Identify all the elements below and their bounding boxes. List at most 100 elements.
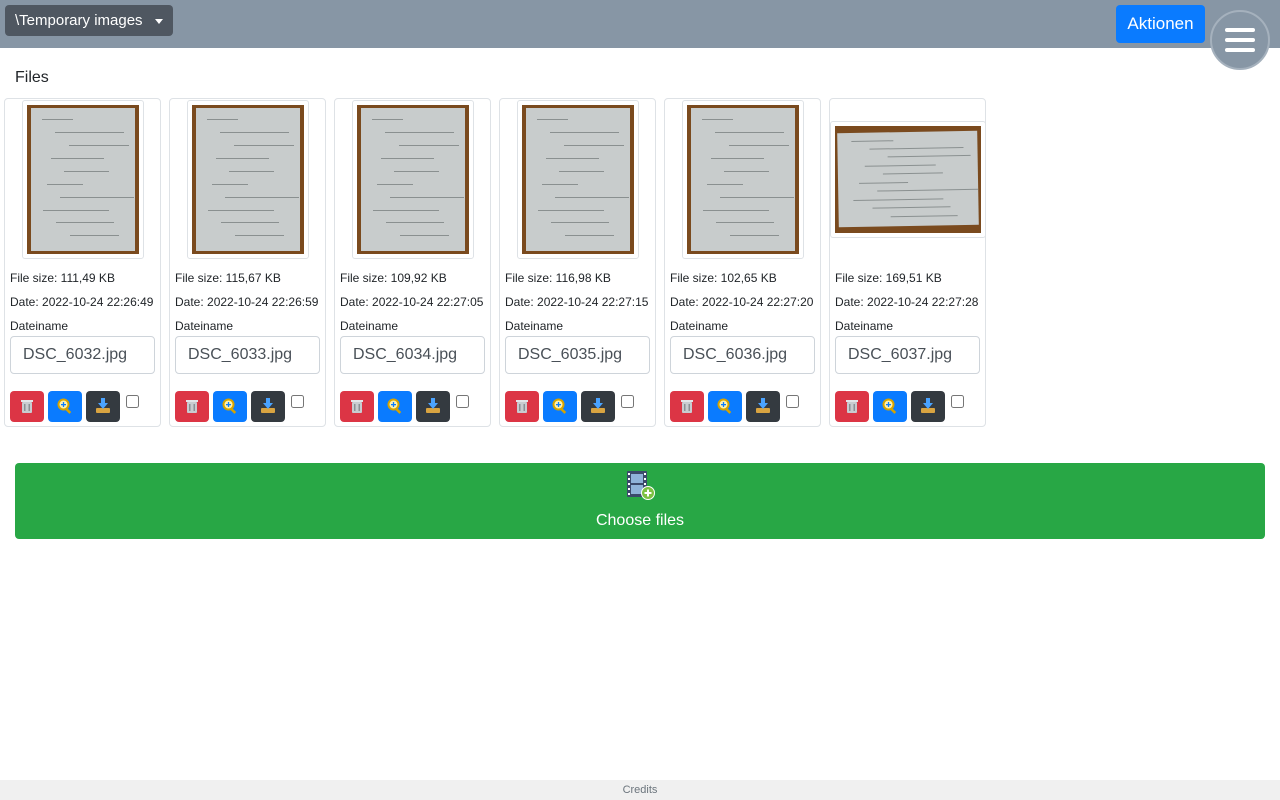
actions-button[interactable]: Aktionen: [1116, 5, 1205, 43]
notebook-page: [361, 107, 465, 251]
download-button[interactable]: [251, 390, 285, 422]
delete-button[interactable]: [670, 390, 704, 422]
file-date-text: Date: 2022-10-24 22:27:28: [835, 295, 979, 309]
handwriting-line: [701, 119, 733, 121]
download-button[interactable]: [416, 390, 450, 422]
notebook-page: [691, 107, 795, 251]
handwriting-line: [211, 183, 248, 185]
notebook-photo: [192, 105, 304, 254]
select-checkbox[interactable]: [456, 394, 469, 408]
select-checkbox[interactable]: [291, 394, 304, 408]
handwriting-line: [60, 196, 135, 198]
download-icon: [96, 398, 110, 413]
filename-label: Dateiname: [505, 319, 564, 333]
choose-files-label: Choose files: [595, 512, 685, 529]
filename-input[interactable]: [10, 336, 155, 374]
handwriting-line: [550, 132, 620, 134]
filename-input[interactable]: [835, 336, 980, 374]
view-button[interactable]: [48, 390, 82, 422]
section-title: Files: [15, 69, 49, 86]
delete-button[interactable]: [175, 390, 209, 422]
hamburger-menu-button[interactable]: [1210, 10, 1270, 70]
handwriting-line: [541, 183, 578, 185]
file-date-text: Date: 2022-10-24 22:26:59: [175, 295, 319, 309]
delete-button[interactable]: [835, 390, 869, 422]
view-button[interactable]: [543, 390, 577, 422]
file-thumbnail[interactable]: [830, 121, 986, 238]
handwriting-line: [207, 209, 274, 211]
handwriting-line: [68, 145, 130, 147]
handwriting-line: [537, 209, 604, 211]
view-button[interactable]: [873, 390, 907, 422]
download-button[interactable]: [911, 390, 945, 422]
handwriting-line: [729, 235, 780, 237]
magnify-icon: [57, 398, 72, 414]
file-thumbnail[interactable]: [682, 100, 804, 259]
file-thumbnail[interactable]: [517, 100, 639, 259]
handwriting-line: [69, 235, 120, 237]
select-checkbox[interactable]: [621, 394, 634, 408]
handwriting-line: [64, 170, 109, 172]
magnify-icon: [552, 398, 567, 414]
magnify-icon: [882, 398, 897, 414]
handwriting-line: [221, 222, 279, 224]
handwriting-line: [216, 158, 269, 160]
menu-line: [1225, 48, 1255, 52]
handwriting-line: [869, 147, 964, 151]
file-card: File size: 116,98 KB Date: 2022-10-24 22:…: [499, 98, 656, 427]
view-button[interactable]: [213, 390, 247, 422]
handwriting-line: [872, 206, 951, 210]
folder-dropdown-button[interactable]: \Temporary images: [5, 5, 173, 36]
file-thumbnail[interactable]: [22, 100, 144, 259]
select-checkbox[interactable]: [126, 394, 139, 408]
choose-files-button[interactable]: Choose files: [15, 463, 1265, 539]
handwriting-line: [711, 158, 764, 160]
file-date-text: Date: 2022-10-24 22:27:15: [505, 295, 649, 309]
file-thumbnail[interactable]: [187, 100, 309, 259]
delete-button[interactable]: [10, 390, 44, 422]
download-icon: [756, 398, 770, 413]
download-button[interactable]: [581, 390, 615, 422]
filename-input[interactable]: [505, 336, 650, 374]
download-button[interactable]: [86, 390, 120, 422]
filename-input[interactable]: [340, 336, 485, 374]
handwriting-line: [563, 145, 625, 147]
trash-icon: [21, 400, 33, 413]
handwriting-line: [864, 164, 936, 168]
select-checkbox[interactable]: [951, 394, 964, 408]
menu-line: [1225, 38, 1255, 42]
notebook-page: [31, 107, 135, 251]
file-size-text: File size: 169,51 KB: [835, 271, 942, 285]
handwriting-line: [229, 170, 274, 172]
handwriting-line: [724, 170, 769, 172]
magnify-icon: [387, 398, 402, 414]
handwriting-line: [56, 222, 114, 224]
download-button[interactable]: [746, 390, 780, 422]
view-button[interactable]: [708, 390, 742, 422]
file-thumbnail[interactable]: [352, 100, 474, 259]
delete-button[interactable]: [505, 390, 539, 422]
filename-input[interactable]: [670, 336, 815, 374]
handwriting-line: [706, 183, 743, 185]
handwriting-line: [702, 209, 769, 211]
delete-button[interactable]: [340, 390, 374, 422]
file-size-text: File size: 102,65 KB: [670, 271, 777, 285]
download-icon: [426, 398, 440, 413]
file-actions: [340, 390, 469, 422]
file-size-text: File size: 115,67 KB: [175, 271, 281, 285]
filename-input[interactable]: [175, 336, 320, 374]
handwriting-line: [220, 132, 290, 134]
film-add-icon: [627, 471, 655, 500]
filename-label: Dateiname: [670, 319, 729, 333]
trash-icon: [351, 400, 363, 413]
filename-label: Dateiname: [10, 319, 69, 333]
trash-icon: [186, 400, 198, 413]
credits-link[interactable]: Credits: [623, 784, 658, 796]
view-button[interactable]: [378, 390, 412, 422]
file-card: File size: 169,51 KB Date: 2022-10-24 22:…: [829, 98, 986, 427]
file-actions: [670, 390, 799, 422]
notebook-photo: [835, 126, 981, 233]
filename-label: Dateiname: [340, 319, 399, 333]
select-checkbox[interactable]: [786, 394, 799, 408]
folder-dropdown-label: \Temporary images: [15, 12, 143, 29]
